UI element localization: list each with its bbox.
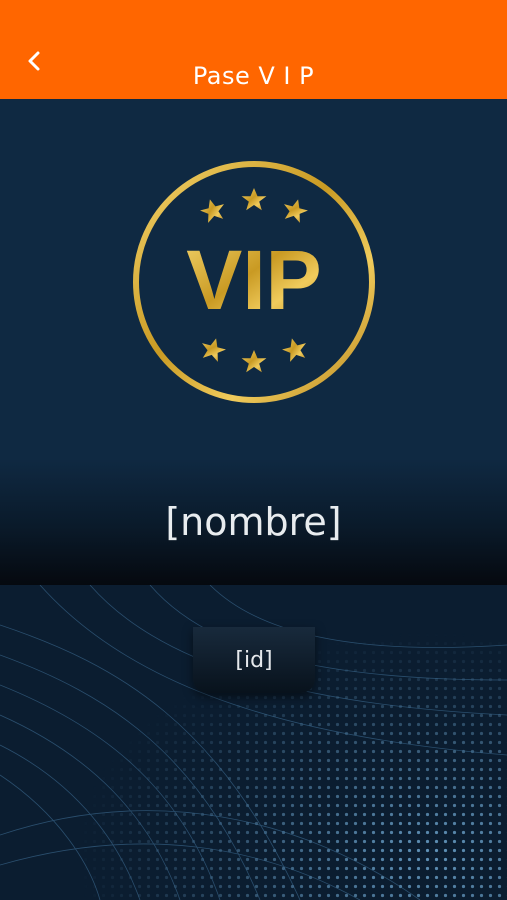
holder-name: [nombre] xyxy=(165,500,342,544)
page-title: Pase V I P xyxy=(192,62,315,90)
vip-emblem: VIP xyxy=(133,161,375,403)
vip-label: VIP xyxy=(186,233,321,327)
pass-id-badge: [id] xyxy=(193,627,315,693)
app-header: Pase V I P xyxy=(0,0,507,99)
